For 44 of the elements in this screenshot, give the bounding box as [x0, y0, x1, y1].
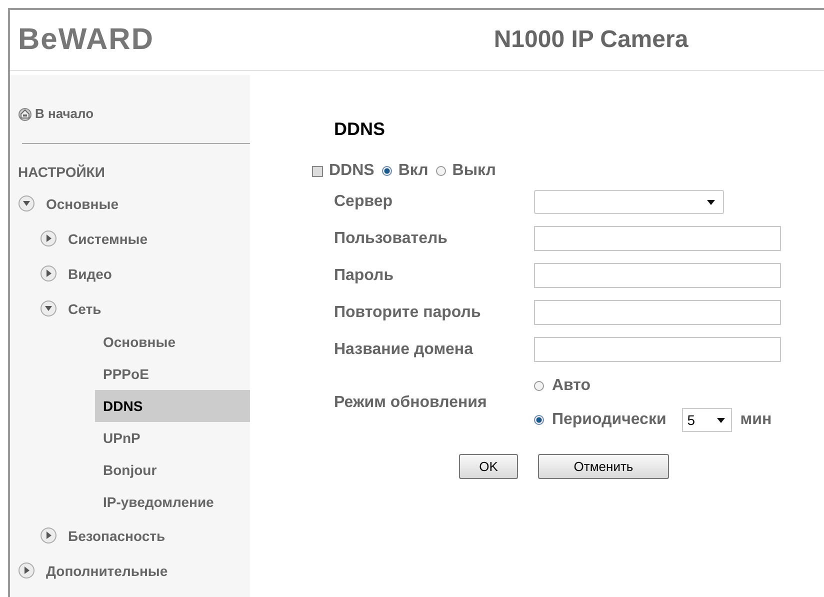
logo: BeWARD — [17, 23, 156, 57]
page-title: DDNS — [334, 119, 386, 140]
field-label: Пароль — [334, 266, 395, 284]
radio-button[interactable] — [534, 415, 544, 425]
menu-item[interactable]: IP-уведомление — [18, 486, 250, 518]
menu-item[interactable]: Основные — [18, 326, 250, 358]
menu-item[interactable]: Системные — [68, 230, 148, 246]
input-field[interactable] — [534, 337, 781, 362]
window-title: N1000 IP Camera — [492, 26, 690, 54]
field-label: Пользователь — [334, 230, 448, 248]
home-link[interactable]: В начало — [35, 106, 94, 121]
input-field[interactable] — [534, 263, 781, 288]
input-field[interactable] — [534, 300, 781, 325]
interval-dropdown[interactable]: 5 — [682, 408, 732, 432]
field-label: Повторите пароль — [334, 304, 482, 322]
radio-button[interactable] — [436, 166, 446, 176]
field-label: DDNS — [329, 162, 374, 180]
menu-item[interactable]: Bonjour — [18, 454, 250, 486]
home-icon[interactable] — [18, 106, 32, 120]
menu-item[interactable]: Сеть — [68, 300, 102, 316]
menu-item[interactable]: Безопасность — [68, 528, 166, 544]
menu-item[interactable]: UPnP — [18, 422, 250, 454]
form-button[interactable]: OK — [459, 454, 518, 479]
bullet-icon — [312, 166, 323, 176]
input-field[interactable] — [534, 226, 781, 251]
section-heading: НАСТРОЙКИ — [18, 164, 106, 180]
menu-item[interactable]: DDNS — [95, 390, 250, 422]
menu-item[interactable]: Видео — [68, 266, 112, 282]
radio-button[interactable] — [534, 381, 544, 391]
unit-label: мин — [740, 411, 772, 429]
radio-button[interactable] — [382, 166, 392, 176]
caret-icon — [717, 418, 726, 422]
radio-label: Выкл — [452, 162, 496, 180]
field-label: Режим обновления — [334, 394, 488, 412]
form-button[interactable]: Отменить — [538, 454, 669, 479]
radio-label: Авто — [552, 377, 591, 395]
radio-label: Периодически — [552, 411, 666, 429]
field-label: Название домена — [334, 340, 474, 358]
menu-item[interactable]: Основные — [46, 196, 118, 212]
field-label: Сервер — [334, 193, 394, 211]
menu-item[interactable]: PPPoE — [18, 358, 250, 390]
menu-item[interactable]: Дополнительные — [46, 562, 168, 578]
caret-icon — [707, 200, 715, 204]
radio-label: Вкл — [398, 162, 428, 180]
